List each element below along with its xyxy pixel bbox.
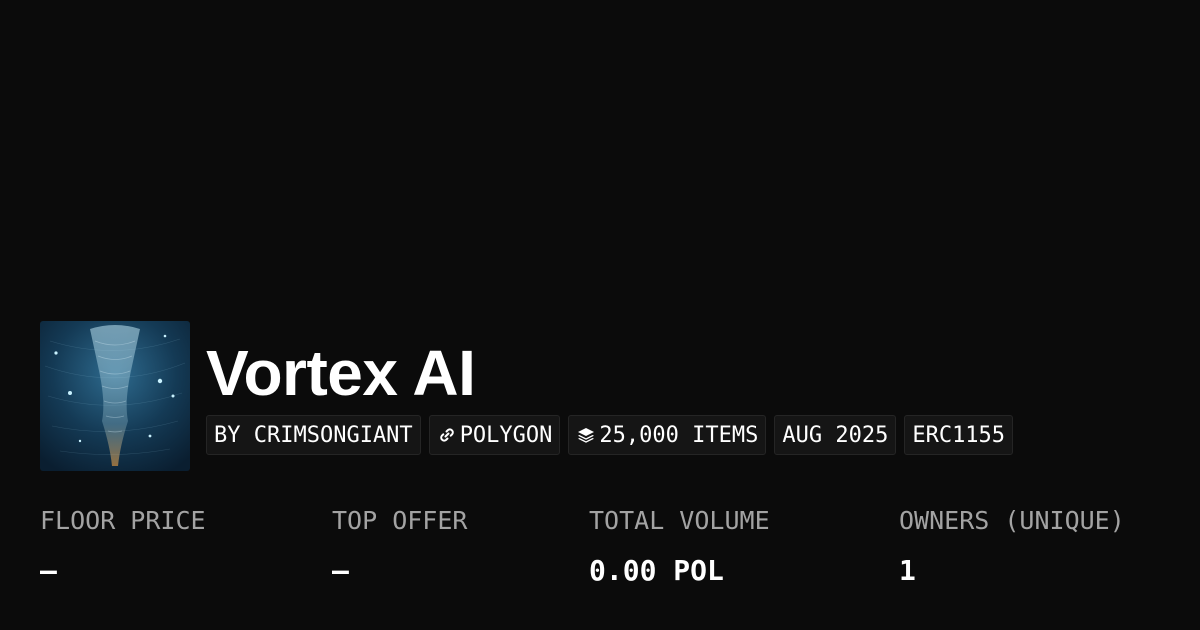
standard-label: ERC1155 [912, 422, 1006, 448]
total-volume-label: TOTAL VOLUME [589, 506, 770, 535]
stat-top-offer: TOP OFFER – [332, 503, 467, 589]
collection-header: Vortex AI BY CRIMSONGIANT POLYGON 25,000… [40, 321, 1014, 471]
layers-icon [576, 425, 596, 445]
top-offer-label: TOP OFFER [332, 506, 468, 535]
stat-owners: OWNERS (UNIQUE) 1 [899, 503, 1125, 589]
owners-label: OWNERS (UNIQUE) [899, 506, 1125, 535]
vortex-artwork-image [40, 321, 190, 471]
stats-row: FLOOR PRICE – TOP OFFER – TOTAL VOLUME 0… [40, 503, 1200, 603]
chain-label: POLYGON [459, 422, 553, 448]
date-badge: AUG 2025 [774, 415, 897, 455]
owners-value: 1 [899, 554, 916, 587]
creator-label: BY CRIMSONGIANT [214, 422, 413, 448]
items-label: 25,000 ITEMS [599, 422, 759, 448]
stat-total-volume: TOTAL VOLUME 0.00 POL [589, 503, 770, 589]
floor-price-value: – [40, 554, 57, 587]
chain-badge[interactable]: POLYGON [428, 415, 561, 455]
total-volume-value: 0.00 POL [589, 554, 724, 587]
standard-badge: ERC1155 [904, 415, 1014, 455]
link-icon [437, 425, 457, 445]
items-badge[interactable]: 25,000 ITEMS [568, 415, 767, 455]
stat-floor-price: FLOOR PRICE – [40, 503, 206, 589]
floor-price-label: FLOOR PRICE [40, 506, 206, 535]
creator-badge[interactable]: BY CRIMSONGIANT [206, 415, 421, 455]
badge-row: BY CRIMSONGIANT POLYGON 25,000 ITEMS AUG… [206, 415, 1014, 455]
top-offer-value: – [332, 554, 349, 587]
title-block: Vortex AI BY CRIMSONGIANT POLYGON 25,000… [206, 321, 1014, 455]
collection-thumbnail[interactable] [40, 321, 190, 471]
date-label: AUG 2025 [782, 422, 889, 448]
collection-title: Vortex AI [206, 337, 476, 409]
